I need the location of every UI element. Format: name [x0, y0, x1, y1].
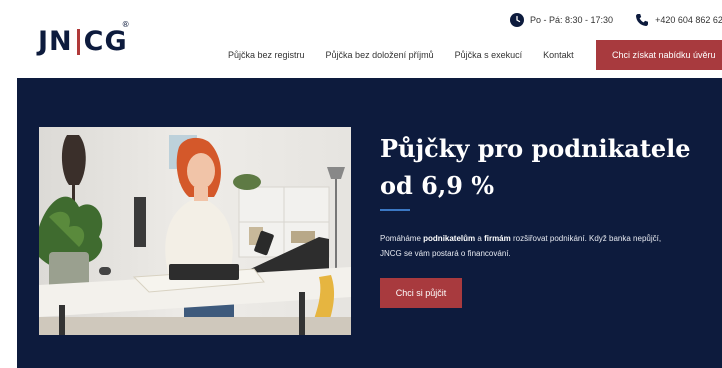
jncg-logo[interactable]: JN CG ®: [38, 20, 130, 57]
borrow-button[interactable]: Chci si půjčit: [380, 278, 462, 308]
phone-icon: [636, 14, 649, 26]
get-offer-button[interactable]: Chci získat nabídku úvěru: [596, 40, 722, 70]
nav-item-pujcka-s-exekuci[interactable]: Půjčka s exekucí: [455, 50, 523, 60]
opening-hours-text: Po - Pá: 8:30 - 17:30: [530, 15, 614, 25]
hero-photo: [39, 127, 351, 335]
hero-photo-illustration: [39, 127, 351, 335]
nav-item-pujcka-bez-dolozeni-prijmu[interactable]: Půjčka bez doložení příjmů: [326, 50, 434, 60]
desc-bold-firmam: firmám: [484, 234, 511, 243]
hero-title-line-1: Půjčky pro podnikatele: [380, 134, 691, 163]
phone-contact[interactable]: +420 604 862 62: [635, 13, 722, 27]
nav-item-pujcka-bez-registru[interactable]: Půjčka bez registru: [228, 50, 305, 60]
contact-bar: Po - Pá: 8:30 - 17:30 +420 604 862 62: [510, 13, 722, 27]
logo-divider: [76, 28, 80, 55]
site-header: JN CG ® Po - Pá: 8:30 - 17:30 +420 604 8…: [0, 0, 722, 78]
hero-divider: [380, 209, 410, 211]
logo-right: CG: [83, 26, 128, 57]
logo-left: JN: [38, 26, 73, 57]
desc-part-1: Pomáháme: [380, 234, 424, 243]
nav-item-kontakt[interactable]: Kontakt: [543, 50, 574, 60]
hero-title-line-2: od 6,9 %: [380, 171, 495, 200]
desc-bold-podnikatelum: podnikatelům: [423, 234, 476, 243]
phone-number[interactable]: +420 604 862 62: [655, 15, 722, 25]
hero-description: Pomáháme podnikatelům a firmám rozšiřova…: [380, 231, 680, 261]
logo-registered-mark: ®: [121, 20, 131, 29]
clock-icon: [510, 13, 524, 27]
hero-title: Půjčky pro podnikatele od 6,9 %: [380, 130, 710, 204]
opening-hours: Po - Pá: 8:30 - 17:30: [510, 13, 613, 27]
desc-part-2: a: [475, 234, 485, 243]
main-nav: Půjčka bez registru Půjčka bez doložení …: [228, 40, 595, 70]
